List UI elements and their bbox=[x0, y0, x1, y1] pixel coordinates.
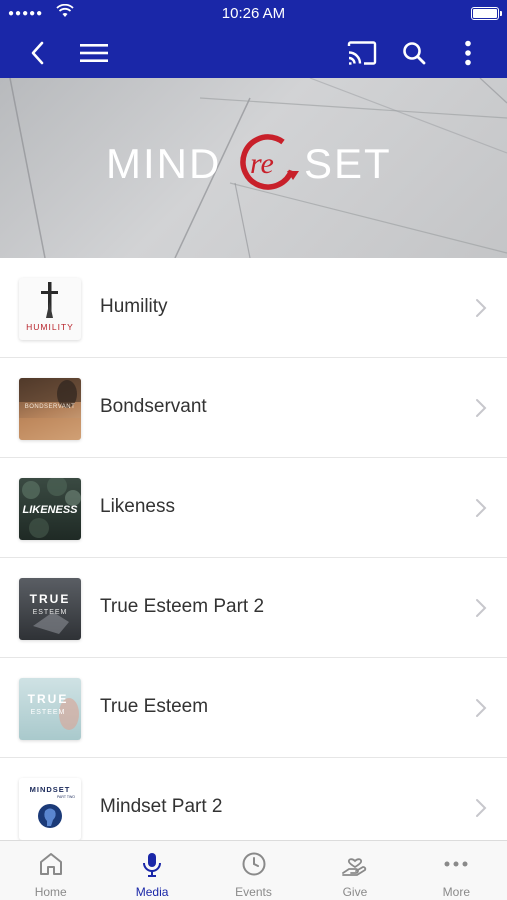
series-title: Bondservant bbox=[100, 396, 207, 417]
svg-text:PART TWO: PART TWO bbox=[57, 795, 75, 799]
svg-text:MINDSET: MINDSET bbox=[30, 785, 71, 794]
give-hand-icon bbox=[342, 858, 367, 876]
tab-events[interactable]: Events bbox=[203, 841, 304, 900]
chevron-right-icon bbox=[476, 799, 487, 817]
mind-reset-logo: MIND re SET bbox=[0, 133, 507, 198]
list-item[interactable]: HUMILITY Humility bbox=[0, 258, 507, 358]
logo-re-text: re bbox=[250, 147, 274, 180]
more-options-button[interactable] bbox=[452, 28, 484, 78]
clock-icon bbox=[242, 852, 266, 876]
series-thumbnail: TRUE ESTEEM bbox=[19, 578, 81, 640]
logo-set-text: SET bbox=[304, 140, 392, 187]
chevron-right-icon bbox=[476, 399, 487, 417]
logo-mind-text: MIND bbox=[106, 140, 221, 187]
series-thumbnail: BONDSERVANT bbox=[19, 378, 81, 440]
list-item[interactable]: TRUE ESTEEM True Esteem bbox=[0, 658, 507, 758]
chevron-right-icon bbox=[476, 499, 487, 517]
tab-more[interactable]: More bbox=[406, 841, 507, 900]
tab-give[interactable]: Give bbox=[304, 841, 405, 900]
menu-button[interactable] bbox=[76, 28, 112, 78]
chevron-right-icon bbox=[476, 599, 487, 617]
tab-media[interactable]: Media bbox=[101, 841, 202, 900]
home-icon bbox=[39, 853, 62, 875]
svg-text:ESTEEM: ESTEEM bbox=[33, 609, 68, 616]
chevron-right-icon bbox=[476, 299, 487, 317]
series-thumbnail: LIKENESS bbox=[19, 478, 81, 540]
series-banner: MIND re SET bbox=[0, 78, 507, 258]
series-thumbnail: TRUE ESTEEM bbox=[19, 678, 81, 740]
cast-icon bbox=[347, 41, 377, 65]
svg-text:ESTEEM: ESTEEM bbox=[31, 709, 66, 716]
more-horizontal-icon bbox=[444, 861, 468, 867]
media-series-list: HUMILITY Humility BONDSERVANT Bondservan… bbox=[0, 258, 507, 840]
list-item[interactable]: LIKENESS Likeness bbox=[0, 458, 507, 558]
series-thumbnail: MINDSET PART TWO bbox=[19, 778, 81, 840]
series-thumbnail: HUMILITY bbox=[19, 278, 81, 340]
bottom-tab-bar: Home Media Events Give More bbox=[0, 840, 507, 900]
microphone-icon bbox=[143, 853, 162, 877]
tab-home[interactable]: Home bbox=[0, 841, 101, 900]
svg-text:TRUE: TRUE bbox=[30, 592, 71, 606]
list-item[interactable]: MINDSET PART TWO Mindset Part 2 bbox=[0, 758, 507, 840]
tab-label: More bbox=[442, 885, 470, 899]
series-title: Humility bbox=[100, 296, 168, 317]
cast-button[interactable] bbox=[344, 28, 380, 78]
tab-label: Media bbox=[135, 885, 169, 899]
chevron-left-icon bbox=[31, 41, 44, 65]
tab-label: Events bbox=[235, 885, 272, 899]
tab-label: Give bbox=[342, 885, 368, 899]
series-title: Mindset Part 2 bbox=[100, 796, 223, 817]
status-time: 10:26 AM bbox=[221, 5, 286, 22]
search-icon bbox=[403, 42, 426, 65]
more-vertical-icon bbox=[465, 40, 471, 66]
list-item[interactable]: BONDSERVANT Bondservant bbox=[0, 358, 507, 458]
battery-icon bbox=[471, 7, 502, 20]
back-button[interactable] bbox=[20, 28, 56, 78]
chevron-right-icon bbox=[476, 699, 487, 717]
svg-text:BONDSERVANT: BONDSERVANT bbox=[25, 404, 76, 410]
status-bar: ●●●●● 10:26 AM bbox=[0, 0, 507, 28]
series-title: True Esteem bbox=[100, 696, 209, 717]
tab-label: Home bbox=[34, 885, 67, 899]
list-item[interactable]: TRUE ESTEEM True Esteem Part 2 bbox=[0, 558, 507, 658]
app-bar bbox=[0, 28, 507, 78]
hamburger-icon bbox=[80, 44, 108, 62]
search-button[interactable] bbox=[396, 28, 432, 78]
svg-text:TRUE: TRUE bbox=[28, 692, 69, 706]
svg-text:HUMILITY: HUMILITY bbox=[26, 322, 74, 332]
series-title: Likeness bbox=[100, 496, 175, 517]
series-title: True Esteem Part 2 bbox=[100, 596, 265, 617]
svg-text:LIKENESS: LIKENESS bbox=[22, 504, 78, 516]
